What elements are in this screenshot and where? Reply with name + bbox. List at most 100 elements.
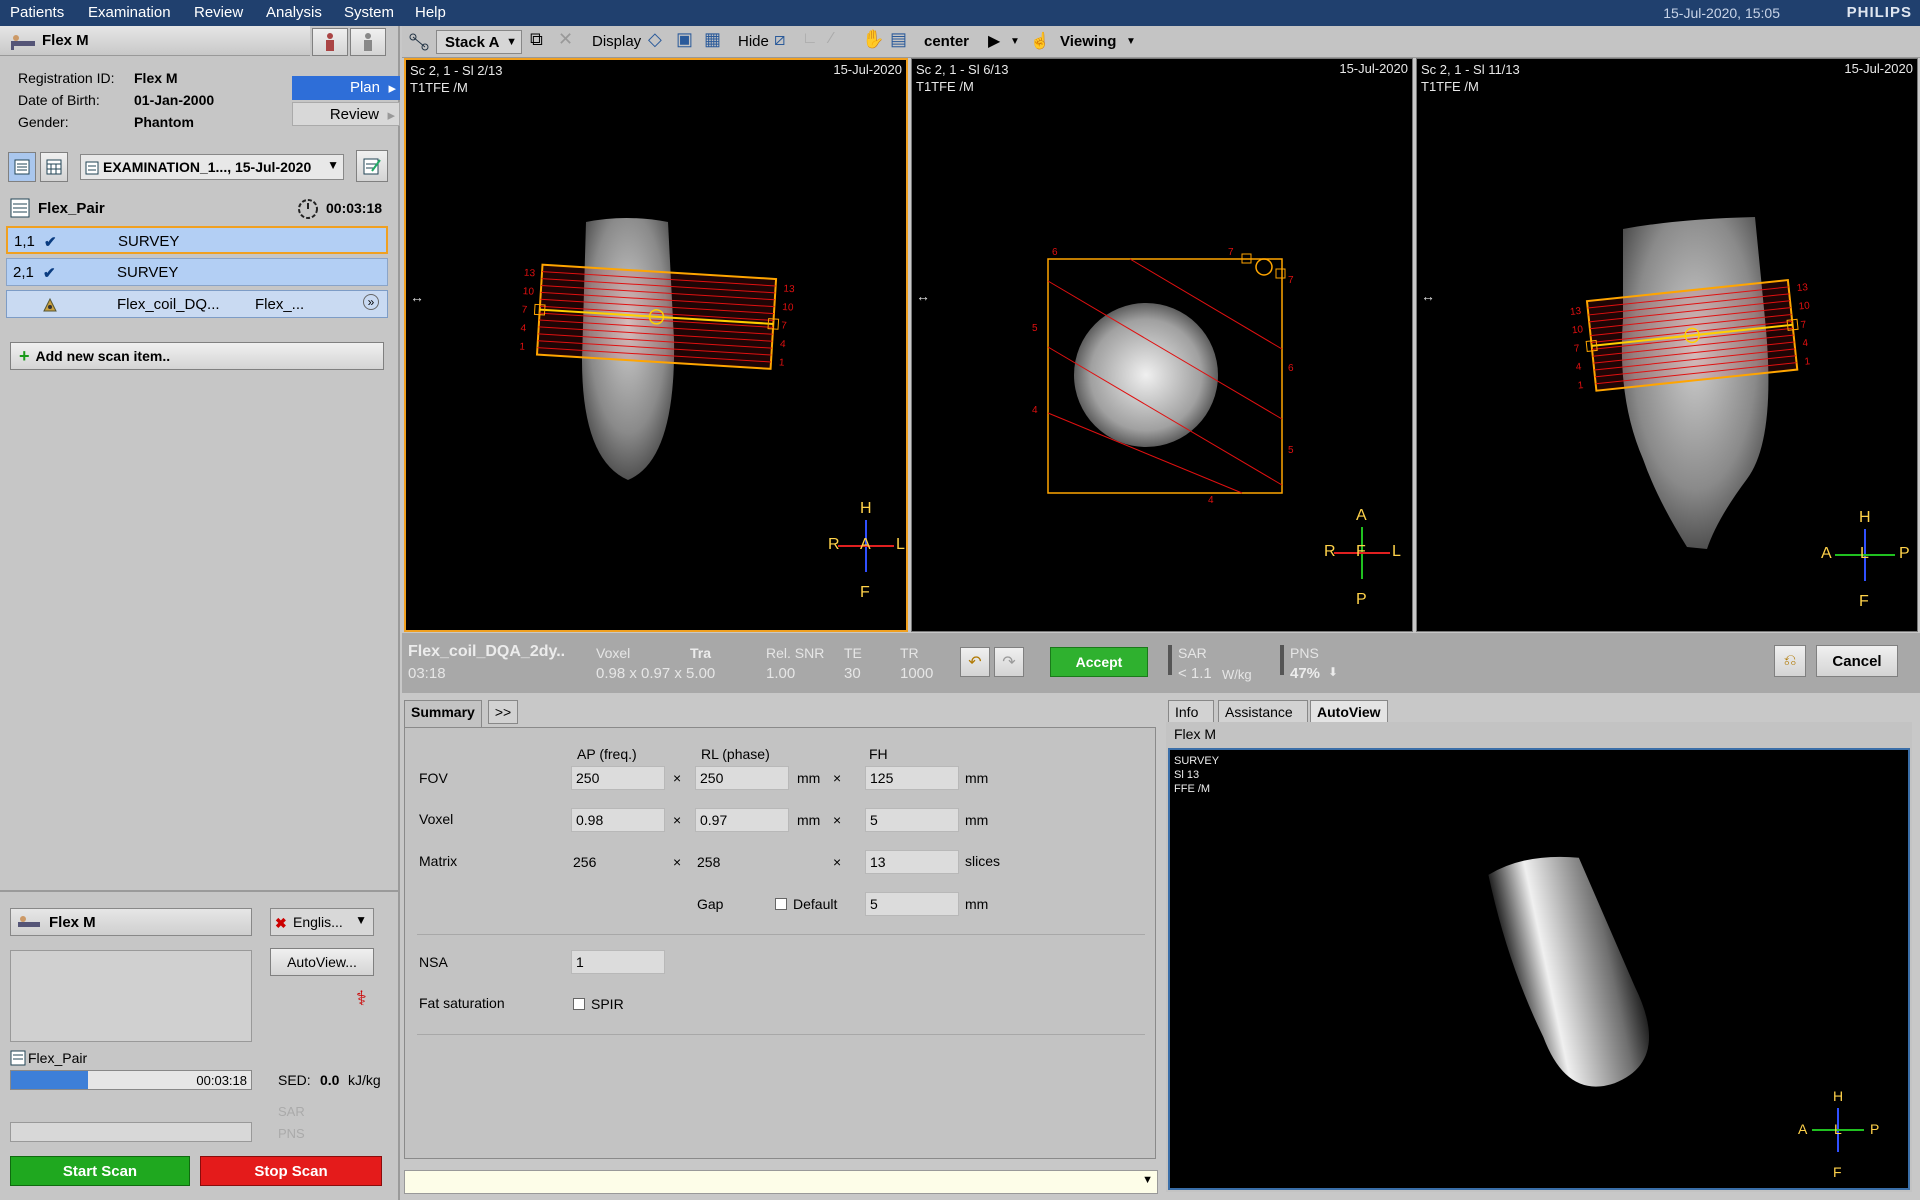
menu-examination[interactable]: Examination: [88, 4, 171, 21]
redo-icon: ↷: [1002, 654, 1016, 671]
patient-alt-button[interactable]: [350, 28, 386, 56]
timer-icon: [298, 199, 318, 219]
svg-text:7: 7: [1288, 275, 1294, 286]
scan-coil: Flex_...: [255, 296, 305, 313]
chevron-down-icon[interactable]: ▼: [1142, 1174, 1153, 1186]
pns-down-icon: ⬇: [1328, 665, 1339, 679]
viewport-transverse[interactable]: Sc 2, 1 - Sl 6/13 T1TFE /M 15-Jul-2020 67…: [911, 58, 1413, 632]
list-view-button[interactable]: [8, 152, 36, 182]
stack-handle: [1275, 268, 1286, 279]
matrix-ap: 256: [573, 854, 597, 870]
summary-panel: AP (freq.) RL (phase) FH FOV 250 × 250 m…: [404, 727, 1156, 1159]
stack-select[interactable]: Stack A ▼: [436, 30, 522, 54]
mode-review[interactable]: Review ▸: [292, 102, 400, 126]
chevron-down-icon[interactable]: ▼: [1010, 36, 1020, 47]
slice-number: 7: [1800, 319, 1807, 331]
patient-male-button[interactable]: [312, 28, 348, 56]
slice-number: 4: [520, 323, 527, 334]
plane-view-icon[interactable]: ◇: [648, 29, 662, 50]
brand-logo: PHILIPS: [1846, 4, 1912, 21]
hide-label: Hide: [738, 33, 769, 50]
hide-lines-icon[interactable]: ∟: [802, 30, 818, 48]
matrix-label: Matrix: [419, 853, 458, 869]
sed-value: 0.0: [320, 1072, 340, 1088]
slice-number: 1: [779, 357, 786, 368]
hide-stack-icon[interactable]: ⧄: [774, 29, 785, 50]
planning-tool-icon[interactable]: [408, 32, 430, 52]
scan-info-strip: Flex_coil_DQA_2dy.. 03:18 Voxel 0.98 x 0…: [402, 633, 1920, 693]
protocol-icon: [10, 1050, 26, 1066]
default-checkbox[interactable]: [775, 898, 787, 910]
redo-button[interactable]: ↷: [994, 647, 1024, 677]
grid-view-icon[interactable]: ▦: [704, 29, 721, 50]
hand-icon[interactable]: ✋: [862, 29, 884, 50]
expand-icon[interactable]: »: [363, 294, 379, 310]
play-icon[interactable]: ▶: [988, 31, 1000, 51]
tab-info[interactable]: Info: [1168, 700, 1214, 724]
copy-icon[interactable]: ⧉: [530, 29, 543, 50]
hide-angle-icon[interactable]: ⁄: [830, 30, 833, 48]
chevron-down-icon[interactable]: ▼: [1126, 36, 1136, 47]
viewport-coronal[interactable]: Sc 2, 1 - Sl 2/13 T1TFE /M 15-Jul-2020 13…: [404, 58, 908, 632]
scan-row-1[interactable]: 1,1 ✔ SURVEY: [6, 226, 388, 254]
resize-arrow-icon: ↔: [1421, 288, 1435, 304]
fov-ap-input[interactable]: 250: [571, 766, 665, 790]
exam-select[interactable]: EXAMINATION_1..., 15-Jul-2020 ▼: [80, 154, 344, 180]
sar-bar: [1168, 645, 1172, 675]
progress-time: 00:03:18: [196, 1073, 247, 1088]
autoview-button[interactable]: AutoView...: [270, 948, 374, 976]
menu-patients[interactable]: Patients: [10, 4, 64, 21]
mode-plan[interactable]: Plan ▸: [292, 76, 400, 100]
signal-strength-icon: [282, 1038, 382, 1058]
nsa-input[interactable]: 1: [571, 950, 665, 974]
fov-label: FOV: [419, 770, 448, 786]
slices-input[interactable]: 13: [865, 850, 959, 874]
menu-review[interactable]: Review: [194, 4, 243, 21]
list-icon: [14, 159, 30, 175]
cancel-button[interactable]: Cancel: [1816, 645, 1898, 677]
fov-fh-input[interactable]: 125: [865, 766, 959, 790]
voxel-rl-input[interactable]: 0.97: [695, 808, 789, 832]
scan-row-2[interactable]: 2,1 ✔ SURVEY: [6, 258, 388, 286]
fov-rl-input[interactable]: 250: [695, 766, 789, 790]
stop-scan-button[interactable]: Stop Scan: [200, 1156, 382, 1186]
tab-assistance[interactable]: Assistance: [1218, 700, 1308, 724]
svg-text:7: 7: [1228, 247, 1234, 258]
patient-header: Flex M: [0, 26, 310, 56]
arrow-right-icon: ▸: [388, 80, 396, 97]
tab-autoview[interactable]: AutoView: [1310, 700, 1388, 724]
delete-icon[interactable]: ✕: [558, 29, 573, 50]
check-icon: ✔: [43, 265, 56, 282]
voxel-value: 0.98 x 0.97 x 5.00: [596, 665, 716, 682]
viewing-label[interactable]: Viewing: [1060, 33, 1116, 50]
center-icon[interactable]: ▤: [890, 29, 907, 50]
tab-more[interactable]: >>: [488, 700, 518, 724]
language-select[interactable]: ✖ Englis... ▼: [270, 908, 374, 936]
start-scan-button[interactable]: Start Scan: [10, 1156, 190, 1186]
gap-input[interactable]: 5: [865, 892, 959, 916]
voxel-ap-input[interactable]: 0.98: [571, 808, 665, 832]
viewport-sagittal[interactable]: Sc 2, 1 - Sl 11/13 T1TFE /M 15-Jul-2020 1…: [1416, 58, 1918, 632]
calendar-grid-icon: [46, 159, 62, 175]
menu-system[interactable]: System: [344, 4, 394, 21]
svg-text:4: 4: [1032, 405, 1038, 416]
tab-summary[interactable]: Summary: [404, 700, 482, 728]
scan-row-3[interactable]: Flex_coil_DQ... Flex_... »: [6, 290, 388, 318]
return-button[interactable]: ⎌: [1774, 645, 1806, 677]
edit-notes-icon: [363, 158, 381, 175]
divider: [0, 890, 398, 892]
cube-view-icon[interactable]: ▣: [676, 29, 693, 50]
add-scan-button[interactable]: + Add new scan item..: [10, 342, 384, 370]
autoview-image[interactable]: SURVEY Sl 13 FFE /M H A L P F: [1168, 748, 1910, 1190]
voxel-fh-input[interactable]: 5: [865, 808, 959, 832]
bottom-protocol: Flex_Pair: [28, 1050, 88, 1066]
menu-help[interactable]: Help: [415, 4, 446, 21]
accept-button[interactable]: Accept: [1050, 647, 1148, 677]
exam-edit-button[interactable]: [356, 150, 388, 182]
grid-view-button[interactable]: [40, 152, 68, 182]
undo-button[interactable]: ↶: [960, 647, 990, 677]
spir-checkbox[interactable]: [573, 998, 585, 1010]
command-input[interactable]: ▼: [404, 1170, 1158, 1194]
protocol-name: Flex_Pair: [38, 200, 105, 217]
menu-analysis[interactable]: Analysis: [266, 4, 322, 21]
